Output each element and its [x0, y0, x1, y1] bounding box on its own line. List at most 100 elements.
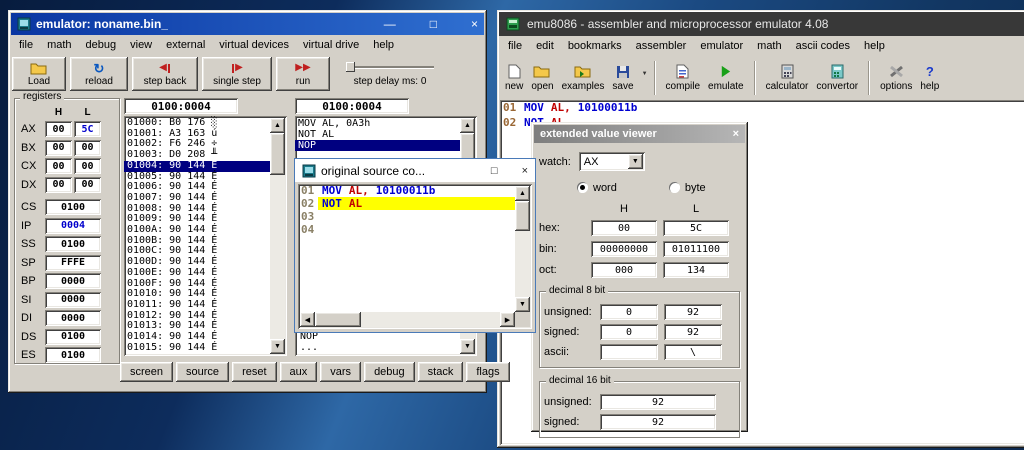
- memory-address-header[interactable]: 0100:0004: [124, 98, 238, 114]
- memory-list[interactable]: 01000: B0 176 ░01001: A3 163 ú01002: F6 …: [124, 116, 287, 356]
- code-line[interactable]: 01 MOV AL, 10100011b: [298, 184, 532, 197]
- menu-item[interactable]: file: [501, 37, 529, 55]
- compile-button[interactable]: compile: [662, 63, 704, 94]
- menu-item[interactable]: help: [366, 36, 401, 54]
- calculator-button[interactable]: calculator: [762, 63, 813, 94]
- memory-scrollbar[interactable]: ▲ ▼: [270, 118, 285, 354]
- viewer-titlebar[interactable]: extended value viewer ×: [534, 125, 745, 143]
- value-h-field[interactable]: [600, 344, 658, 360]
- scroll-right-icon[interactable]: ▶: [500, 312, 515, 327]
- popup-titlebar[interactable]: original source co... □ ×: [295, 159, 535, 182]
- scroll-up-icon[interactable]: ▲: [270, 118, 285, 133]
- value-l-field[interactable]: 134: [663, 262, 729, 278]
- single-step-button[interactable]: ▶ single step: [202, 57, 272, 91]
- run-button[interactable]: ▶▶ run: [276, 57, 330, 91]
- register-l-value[interactable]: 00: [74, 158, 101, 174]
- register-value[interactable]: 0100: [45, 236, 101, 252]
- disasm-line[interactable]: NOP: [295, 140, 460, 151]
- register-l-value[interactable]: 5C: [74, 121, 101, 137]
- value-l-field[interactable]: 92: [664, 324, 722, 340]
- value-h-field[interactable]: 0: [600, 324, 658, 340]
- save-dropdown-icon[interactable]: ▼: [642, 71, 648, 77]
- code-line-highlighted[interactable]: 02 NOT AL: [298, 197, 532, 210]
- help-button[interactable]: ? help: [916, 63, 943, 94]
- disasm-line[interactable]: NOT AL: [295, 129, 460, 140]
- ide-titlebar[interactable]: emu8086 - assembler and microprocessor e…: [499, 12, 1024, 36]
- scroll-left-icon[interactable]: ◀: [300, 312, 315, 327]
- convertor-button[interactable]: convertor: [812, 63, 862, 94]
- memory-row[interactable]: 01015: 90 144 É: [124, 343, 270, 354]
- value-l-field[interactable]: 92: [664, 304, 722, 320]
- scrollbar-thumb[interactable]: [315, 312, 361, 327]
- panel-button[interactable]: screen: [120, 362, 173, 382]
- step-back-button[interactable]: ◀ step back: [132, 57, 198, 91]
- register-value[interactable]: 0100: [45, 329, 101, 345]
- value-field[interactable]: 92: [600, 394, 716, 410]
- register-h-value[interactable]: 00: [45, 121, 72, 137]
- slider-thumb[interactable]: [346, 62, 355, 72]
- scrollbar-thumb[interactable]: [270, 133, 285, 175]
- value-h-field[interactable]: 00: [591, 220, 657, 236]
- scroll-down-icon[interactable]: ▼: [270, 339, 285, 354]
- menu-item[interactable]: math: [40, 36, 78, 54]
- maximize-icon[interactable]: □: [491, 165, 498, 177]
- register-value[interactable]: 0004: [45, 218, 101, 234]
- options-button[interactable]: options: [876, 63, 916, 94]
- scroll-up-icon[interactable]: ▲: [515, 186, 530, 201]
- panel-button[interactable]: vars: [320, 362, 361, 382]
- menu-item[interactable]: math: [750, 37, 788, 55]
- scrollbar-thumb[interactable]: [515, 201, 530, 231]
- menu-item[interactable]: file: [12, 36, 40, 54]
- watch-register-select[interactable]: AX ▼: [579, 152, 645, 171]
- menu-item[interactable]: view: [123, 36, 159, 54]
- register-value[interactable]: 0000: [45, 292, 101, 308]
- memory-row[interactable]: 01004: 90 144 É: [124, 161, 270, 172]
- close-icon[interactable]: ×: [522, 165, 528, 177]
- open-button[interactable]: open: [527, 63, 557, 94]
- chevron-down-icon[interactable]: ▼: [628, 154, 643, 169]
- close-icon[interactable]: ×: [471, 17, 478, 31]
- new-button[interactable]: new: [501, 63, 527, 94]
- menu-item[interactable]: debug: [79, 36, 124, 54]
- popup-source-editor[interactable]: 01 MOV AL, 10100011b 02 NOT AL 03 04 ▲ ▼: [298, 184, 532, 329]
- register-value[interactable]: 0000: [45, 273, 101, 289]
- register-h-value[interactable]: 00: [45, 140, 72, 156]
- step-delay-slider[interactable]: [346, 62, 434, 72]
- maximize-icon[interactable]: □: [430, 17, 437, 31]
- panel-button[interactable]: aux: [280, 362, 318, 382]
- value-h-field[interactable]: 00000000: [591, 241, 657, 257]
- byte-radio[interactable]: byte: [669, 182, 706, 194]
- scroll-up-icon[interactable]: ▲: [460, 118, 475, 133]
- code-line[interactable]: 04: [298, 223, 532, 236]
- value-l-field[interactable]: \: [664, 344, 722, 360]
- value-h-field[interactable]: 000: [591, 262, 657, 278]
- register-value[interactable]: 0100: [45, 347, 101, 363]
- register-value[interactable]: FFFE: [45, 255, 101, 271]
- save-button[interactable]: save ▼: [608, 63, 637, 94]
- panel-button[interactable]: stack: [418, 362, 464, 382]
- register-h-value[interactable]: 00: [45, 158, 72, 174]
- minimize-icon[interactable]: —: [384, 17, 396, 31]
- menu-item[interactable]: help: [857, 37, 892, 55]
- memory-row[interactable]: 0100E: 90 144 É: [124, 268, 270, 279]
- code-line[interactable]: 01 MOV AL, 10100011b: [500, 100, 1024, 115]
- close-icon[interactable]: ×: [733, 128, 739, 140]
- menu-item[interactable]: external: [159, 36, 212, 54]
- register-value[interactable]: 0100: [45, 199, 101, 215]
- load-button[interactable]: Load: [12, 57, 66, 91]
- value-l-field[interactable]: 5C: [663, 220, 729, 236]
- popup-h-scrollbar[interactable]: ◀ ▶: [300, 312, 515, 327]
- examples-button[interactable]: examples: [558, 63, 609, 94]
- value-field[interactable]: 92: [600, 414, 716, 430]
- menu-item[interactable]: bookmarks: [561, 37, 629, 55]
- panel-button[interactable]: debug: [364, 362, 415, 382]
- word-radio[interactable]: word: [577, 182, 617, 194]
- popup-v-scrollbar[interactable]: ▲ ▼: [515, 186, 530, 312]
- reload-button[interactable]: ↻ reload: [70, 57, 128, 91]
- menu-item[interactable]: assembler: [629, 37, 694, 55]
- menu-item[interactable]: virtual drive: [296, 36, 366, 54]
- disasm-line[interactable]: MOV AL, 0A3h: [295, 118, 460, 129]
- disasm-line[interactable]: ...: [297, 342, 460, 353]
- register-l-value[interactable]: 00: [74, 177, 101, 193]
- panel-button[interactable]: source: [176, 362, 229, 382]
